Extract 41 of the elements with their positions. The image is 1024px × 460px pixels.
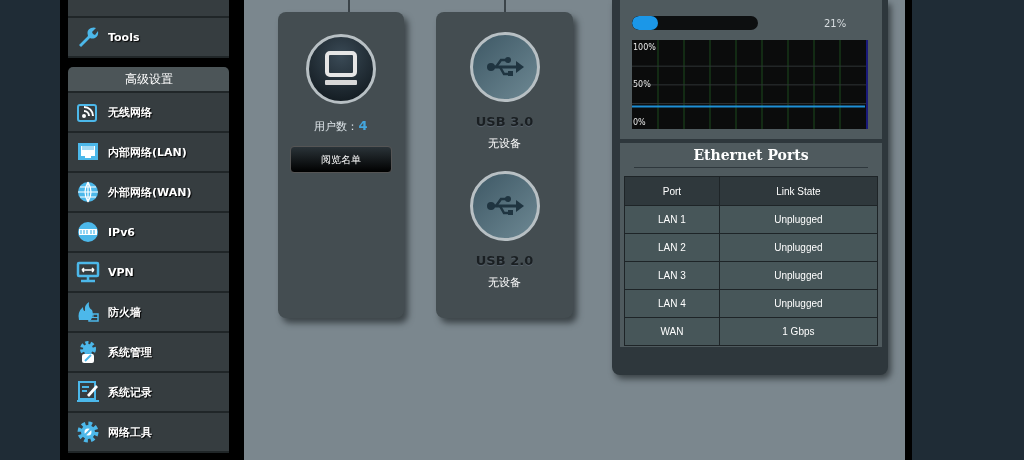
- memory-percent: 21%: [824, 17, 847, 29]
- table-cell: LAN 4: [624, 289, 720, 318]
- client-count-label: 用户数：: [314, 119, 359, 134]
- sidebar-item[interactable]: Tools: [68, 18, 229, 58]
- usb-status: 无设备: [488, 275, 521, 290]
- globe-icon: [76, 180, 100, 204]
- sidebar-item[interactable]: IPv6: [68, 213, 229, 253]
- axis-label: 50%: [633, 80, 651, 90]
- panel-title: Ethernet Ports: [634, 147, 868, 168]
- column-header: Link State: [719, 176, 878, 206]
- globe-icon: [76, 220, 100, 244]
- document-pen-icon: [76, 380, 100, 404]
- gear-icon: [76, 420, 100, 444]
- column-header: Port: [624, 176, 720, 206]
- usb-status: 无设备: [488, 136, 521, 151]
- axis-label: 100%: [633, 43, 656, 52]
- sidebar-item[interactable]: 内部网络(LAN): [68, 133, 229, 173]
- table-cell: 1 Gbps: [719, 317, 878, 346]
- table-cell: Unplugged: [719, 289, 878, 318]
- usb-icon: [485, 195, 524, 217]
- view-list-button[interactable]: 阅览名单: [290, 146, 392, 173]
- sidebar-item[interactable]: VPN: [68, 253, 229, 293]
- table-cell: Unplugged: [719, 261, 878, 290]
- table-cell: Unplugged: [719, 233, 878, 262]
- table-cell: Unplugged: [719, 205, 878, 234]
- table-cell: LAN 1: [624, 205, 720, 234]
- flame-icon: [76, 300, 100, 324]
- table-cell: LAN 2: [624, 233, 720, 262]
- table-cell: LAN 3: [624, 261, 720, 290]
- sidebar-item[interactable]: 网络工具: [68, 413, 229, 453]
- sidebar-item[interactable]: 系统管理: [68, 333, 229, 373]
- sidebar-item[interactable]: 外部网络(WAN): [68, 173, 229, 213]
- sidebar-item[interactable]: 无线网络: [68, 93, 229, 133]
- sidebar-item[interactable]: 系统记录: [68, 373, 229, 413]
- client-count: 4: [358, 118, 368, 133]
- usb-icon: [485, 56, 524, 78]
- sidebar-item[interactable]: 防火墙: [68, 293, 229, 333]
- axis-label: 0%: [633, 117, 646, 127]
- monitor-icon: [76, 260, 100, 284]
- section-header: 高级设置: [68, 67, 229, 93]
- table-cell: WAN: [624, 317, 720, 346]
